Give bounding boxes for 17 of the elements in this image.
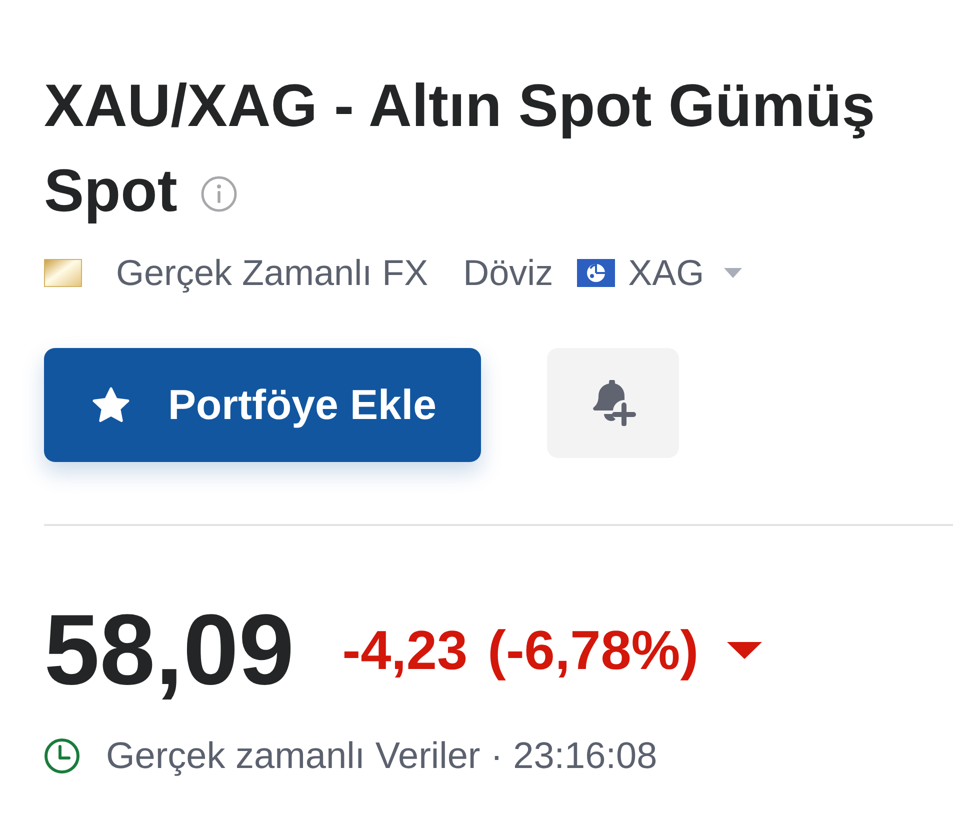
page-title: Spot — [44, 156, 178, 226]
currency-dropdown[interactable]: XAG — [577, 252, 742, 294]
bell-plus-icon — [590, 380, 636, 426]
star-icon — [92, 386, 130, 424]
realtime-status: Gerçek zamanlı Veriler · 23:16:08 — [106, 735, 658, 777]
category-label: Döviz — [463, 252, 554, 294]
change-value: -4,23 — [342, 618, 468, 682]
add-alert-button[interactable] — [547, 348, 680, 458]
flag-icon — [44, 259, 82, 287]
source-label: Gerçek Zamanlı FX — [116, 252, 428, 294]
caret-icon — [724, 268, 742, 278]
globe-flag-icon — [577, 259, 616, 287]
change-percent: (-6,78%) — [488, 618, 699, 682]
page-title: XAU/XAG - Altın Spot Gümüş — [44, 71, 876, 141]
price-value: 58,09 — [44, 595, 294, 705]
add-to-portfolio-button[interactable]: Portföye Ekle — [44, 348, 482, 462]
clock-icon — [44, 738, 80, 774]
